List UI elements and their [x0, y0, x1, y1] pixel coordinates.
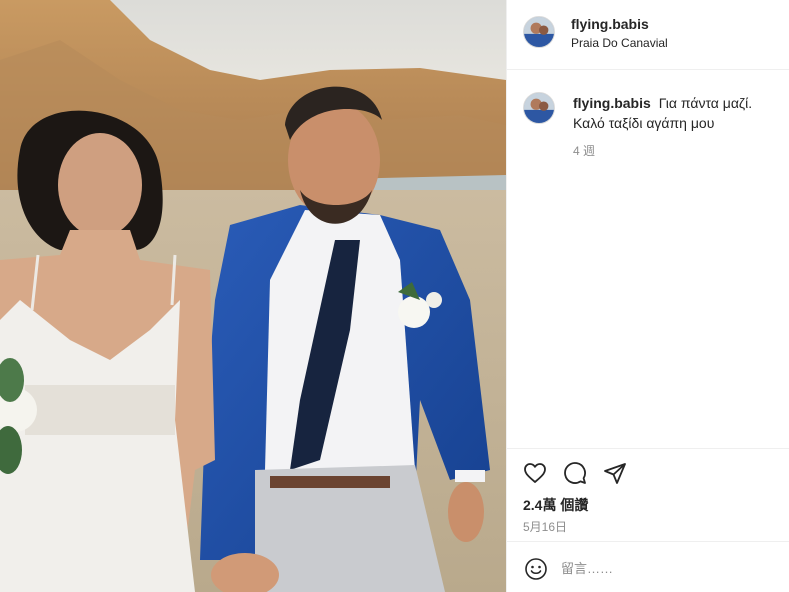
post-photo[interactable] [0, 0, 506, 592]
comment-button[interactable] [562, 460, 588, 486]
post-actions: 2.4萬 個讚 5月16日 [507, 448, 789, 541]
comment-bubble-icon [564, 462, 586, 484]
post-username[interactable]: flying.babis [571, 16, 649, 32]
comments-section: flying.babis Για πάντα μαζί. Καλό ταξίδι… [507, 70, 789, 448]
wedding-photo [0, 0, 506, 592]
like-count[interactable]: 2.4萬 個讚 [523, 495, 588, 515]
emoji-button[interactable] [523, 556, 549, 582]
caption-timestamp[interactable]: 4 週 [573, 142, 595, 159]
comment-input[interactable] [561, 557, 771, 579]
smiley-icon [525, 558, 547, 580]
avatar-image [524, 93, 554, 123]
post-header: flying.babis Praia Do Canavial [507, 0, 789, 70]
caption-avatar[interactable] [523, 92, 555, 124]
like-button[interactable] [522, 460, 548, 486]
caption-username[interactable]: flying.babis [573, 95, 651, 111]
post-side-panel: flying.babis Praia Do Canavial flying.ba… [506, 0, 789, 592]
avatar-image [524, 17, 554, 47]
avatar[interactable] [523, 16, 555, 48]
add-comment-bar [507, 541, 789, 592]
heart-icon [524, 463, 546, 483]
paper-plane-icon [604, 463, 626, 484]
post-date[interactable]: 5月16日 [523, 518, 567, 535]
share-button[interactable] [602, 460, 628, 486]
post-location[interactable]: Praia Do Canavial [571, 36, 668, 50]
caption-text: flying.babis Για πάντα μαζί. Καλό ταξίδι… [573, 93, 785, 133]
